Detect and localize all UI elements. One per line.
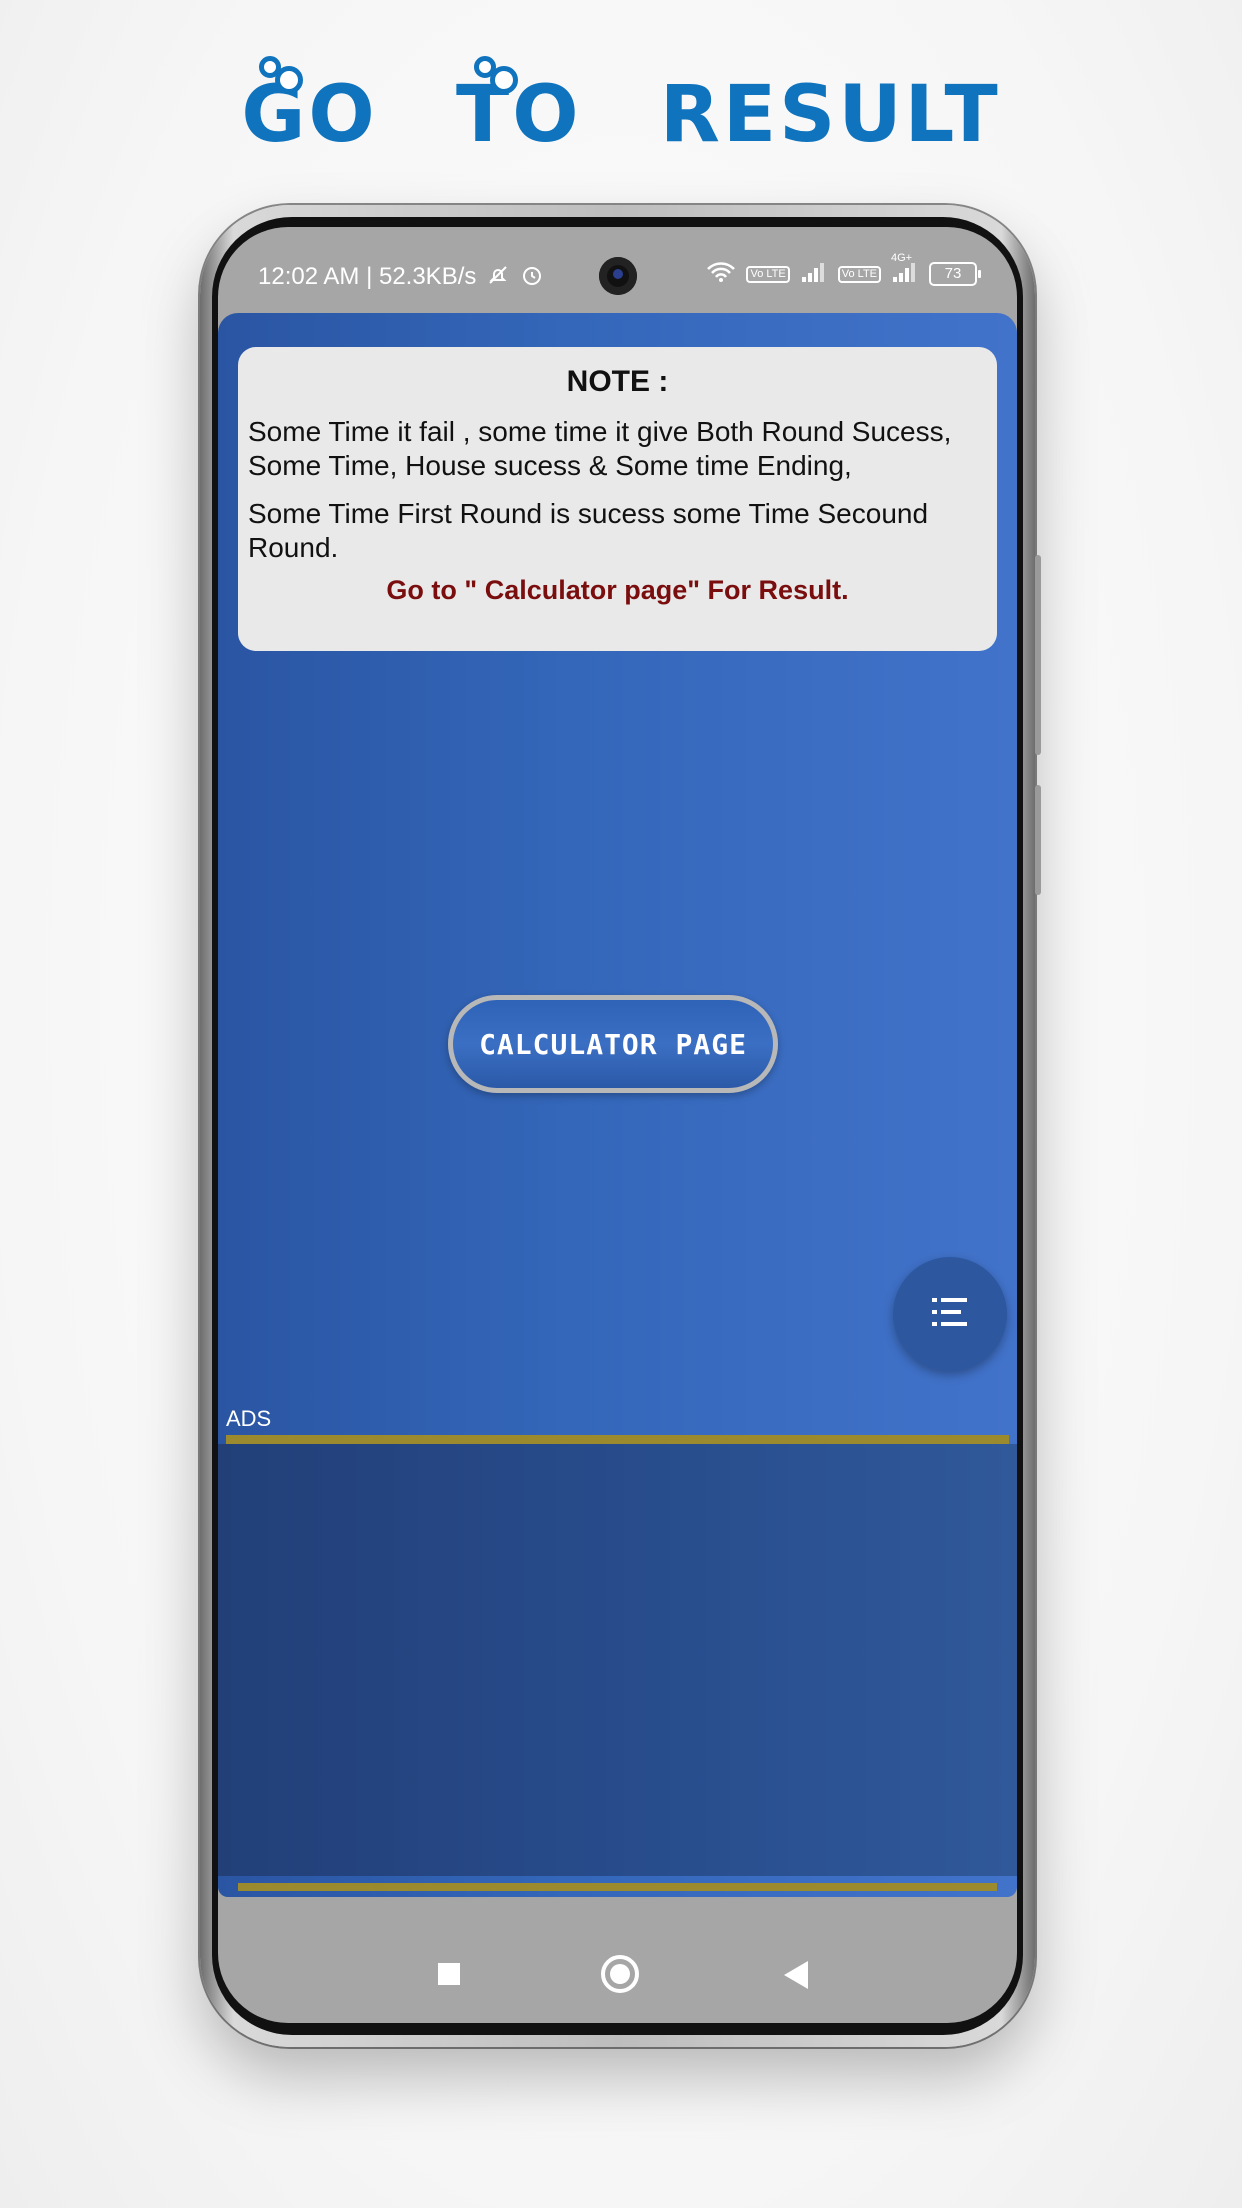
app-screen: NOTE : Some Time it fail , some time it …: [218, 313, 1017, 1897]
headline-go: GO: [241, 56, 378, 160]
back-triangle-icon[interactable]: [784, 1961, 808, 1989]
network-label: 4G+: [891, 252, 913, 264]
alarm-icon: [520, 263, 544, 291]
note-result-hint: Go to " Calculator page" For Result.: [386, 575, 849, 605]
recents-square-icon[interactable]: [438, 1963, 460, 1985]
navigation-bar: [218, 1923, 1017, 2023]
ads-banner-area[interactable]: [218, 1444, 1017, 1876]
note-title: NOTE :: [566, 365, 669, 398]
signal-icon: [800, 261, 828, 287]
calculator-page-button[interactable]: CALCULATOR PAGE: [448, 995, 778, 1093]
battery-icon: 73: [929, 262, 981, 286]
headline: GO TO RESULT: [0, 56, 1242, 160]
phone-screen: 12:02 AM | 52.3KB/s Vo LTE Vo LTE 4G+ 73…: [218, 227, 1017, 2023]
notifications-off-icon: [486, 263, 510, 291]
note-paragraph-1: Some Time it fail , some time it give Bo…: [248, 416, 952, 481]
front-camera: [598, 257, 637, 295]
list-menu-icon: [930, 1295, 970, 1334]
ads-divider: [226, 1435, 1009, 1444]
note-paragraph-2: Some Time First Round is sucess some Tim…: [248, 498, 929, 563]
volume-button: [1035, 555, 1041, 755]
status-left: 12:02 AM | 52.3KB/s: [258, 263, 544, 291]
volte-icon-2: Vo LTE: [837, 265, 881, 283]
headline-result: RESULT: [659, 70, 1001, 160]
ads-label: ADS: [226, 1406, 272, 1431]
menu-fab-button[interactable]: [893, 1257, 1007, 1371]
status-bar: 12:02 AM | 52.3KB/s Vo LTE Vo LTE 4G+ 73: [218, 253, 1017, 305]
signal-4g-icon: 4G+: [891, 253, 919, 287]
bottom-divider: [238, 1883, 997, 1891]
wifi-icon: [706, 261, 736, 287]
power-button: [1035, 785, 1041, 895]
status-time: 12:02 AM | 52.3KB/s: [258, 263, 477, 290]
status-right: Vo LTE Vo LTE 4G+ 73: [706, 253, 981, 287]
home-circle-icon[interactable]: [601, 1955, 639, 1993]
phone-frame: 12:02 AM | 52.3KB/s Vo LTE Vo LTE 4G+ 73…: [200, 205, 1041, 2047]
volte-icon: Vo LTE: [746, 265, 790, 283]
note-card: NOTE : Some Time it fail , some time it …: [238, 347, 997, 651]
headline-to: TO: [455, 56, 582, 160]
